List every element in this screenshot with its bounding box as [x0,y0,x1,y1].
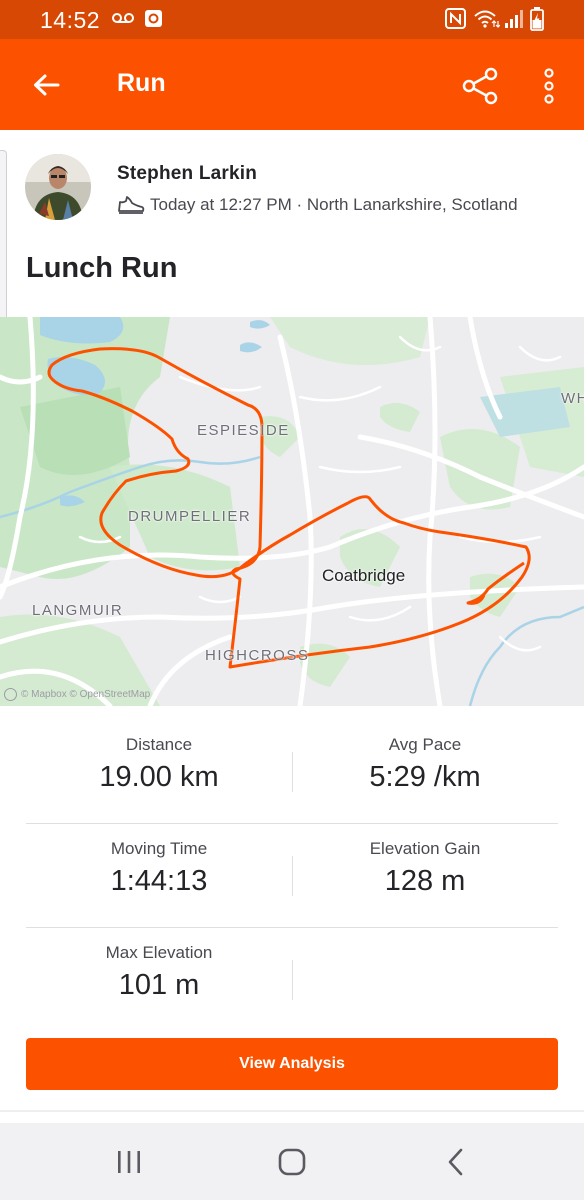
route-map[interactable]: ESPIESIDE DRUMPELLIER Coatbridge LANGMUI… [0,317,584,706]
strava-notification-icon [145,10,162,27]
stat-elevation-gain: Elevation Gain 128 m [292,824,558,928]
stat-divider [292,960,293,1000]
stat-moving-time: Moving Time 1:44:13 [26,824,292,928]
back-button[interactable] [22,61,70,109]
map-label-wh: WH [561,390,584,407]
map-label-highcross: HIGHCROSS [205,647,310,664]
stat-row: Distance 19.00 km Avg Pace 5:29 /km [26,720,558,824]
map-label-espieside: ESPIESIDE [197,422,290,439]
more-vertical-icon [544,68,554,104]
more-options-button[interactable] [532,61,566,111]
status-time: 14:52 [40,7,101,33]
activity-date-location: Today at 12:27 PM · North Lanarkshire, S… [150,195,518,214]
activity-stats: Distance 19.00 km Avg Pace 5:29 /km Movi… [26,720,558,1032]
back-arrow-icon [34,74,60,96]
share-button[interactable] [455,61,505,111]
battery-charging-icon [530,7,544,31]
stat-value: 19.00 km [99,761,219,793]
stat-max-elevation: Max Elevation 101 m [26,928,292,1032]
view-analysis-button[interactable]: View Analysis [26,1038,558,1090]
stat-label: Avg Pace [388,735,462,754]
back-icon [448,1148,463,1176]
activity-meta-row: Today at 12:27 PM · North Lanarkshire, S… [117,194,518,216]
map-attribution-text: © Mapbox © OpenStreetMap [21,689,151,700]
map-label-drumpellier: DRUMPELLIER [128,508,252,525]
voicemail-icon [112,13,134,23]
section-divider [0,1110,584,1112]
status-bar: 14:52 [0,0,584,39]
stat-value: 1:44:13 [110,865,208,897]
stat-label: Distance [125,735,193,754]
signal-icon [505,10,523,28]
system-back-button[interactable] [432,1141,480,1183]
nfc-icon [445,8,466,29]
recent-apps-button[interactable] [105,1141,153,1183]
recent-apps-icon [118,1151,140,1173]
map-attribution[interactable]: © Mapbox © OpenStreetMap [4,688,150,701]
system-nav-bar [0,1123,584,1200]
stat-label: Moving Time [110,839,208,858]
shoe-icon [118,196,145,214]
stat-row: Moving Time 1:44:13 Elevation Gain 128 m [26,824,558,928]
wifi-icon [474,10,500,28]
stat-label: Elevation Gain [369,839,481,858]
stat-value: 5:29 /km [369,761,481,793]
stat-avg-pace: Avg Pace 5:29 /km [292,720,558,824]
activity-title: Lunch Run [26,252,178,284]
map-label-coatbridge: Coatbridge [322,566,406,585]
stat-value: 101 m [118,969,200,1001]
page-title: Run [117,69,166,97]
mapbox-logo-icon [4,688,17,701]
athlete-photo [25,154,91,220]
avatar[interactable] [25,154,91,220]
stat-distance: Distance 19.00 km [26,720,292,824]
stat-value: 128 m [384,865,466,897]
stat-label: Max Elevation [105,943,213,962]
map-label-langmuir: LANGMUIR [32,602,124,619]
share-icon [462,67,498,105]
home-icon [278,1148,306,1176]
home-button[interactable] [268,1141,316,1183]
athlete-name[interactable]: Stephen Larkin [117,163,257,185]
stat-row: Max Elevation 101 m [26,928,558,1032]
app-bar: Run [0,39,584,130]
